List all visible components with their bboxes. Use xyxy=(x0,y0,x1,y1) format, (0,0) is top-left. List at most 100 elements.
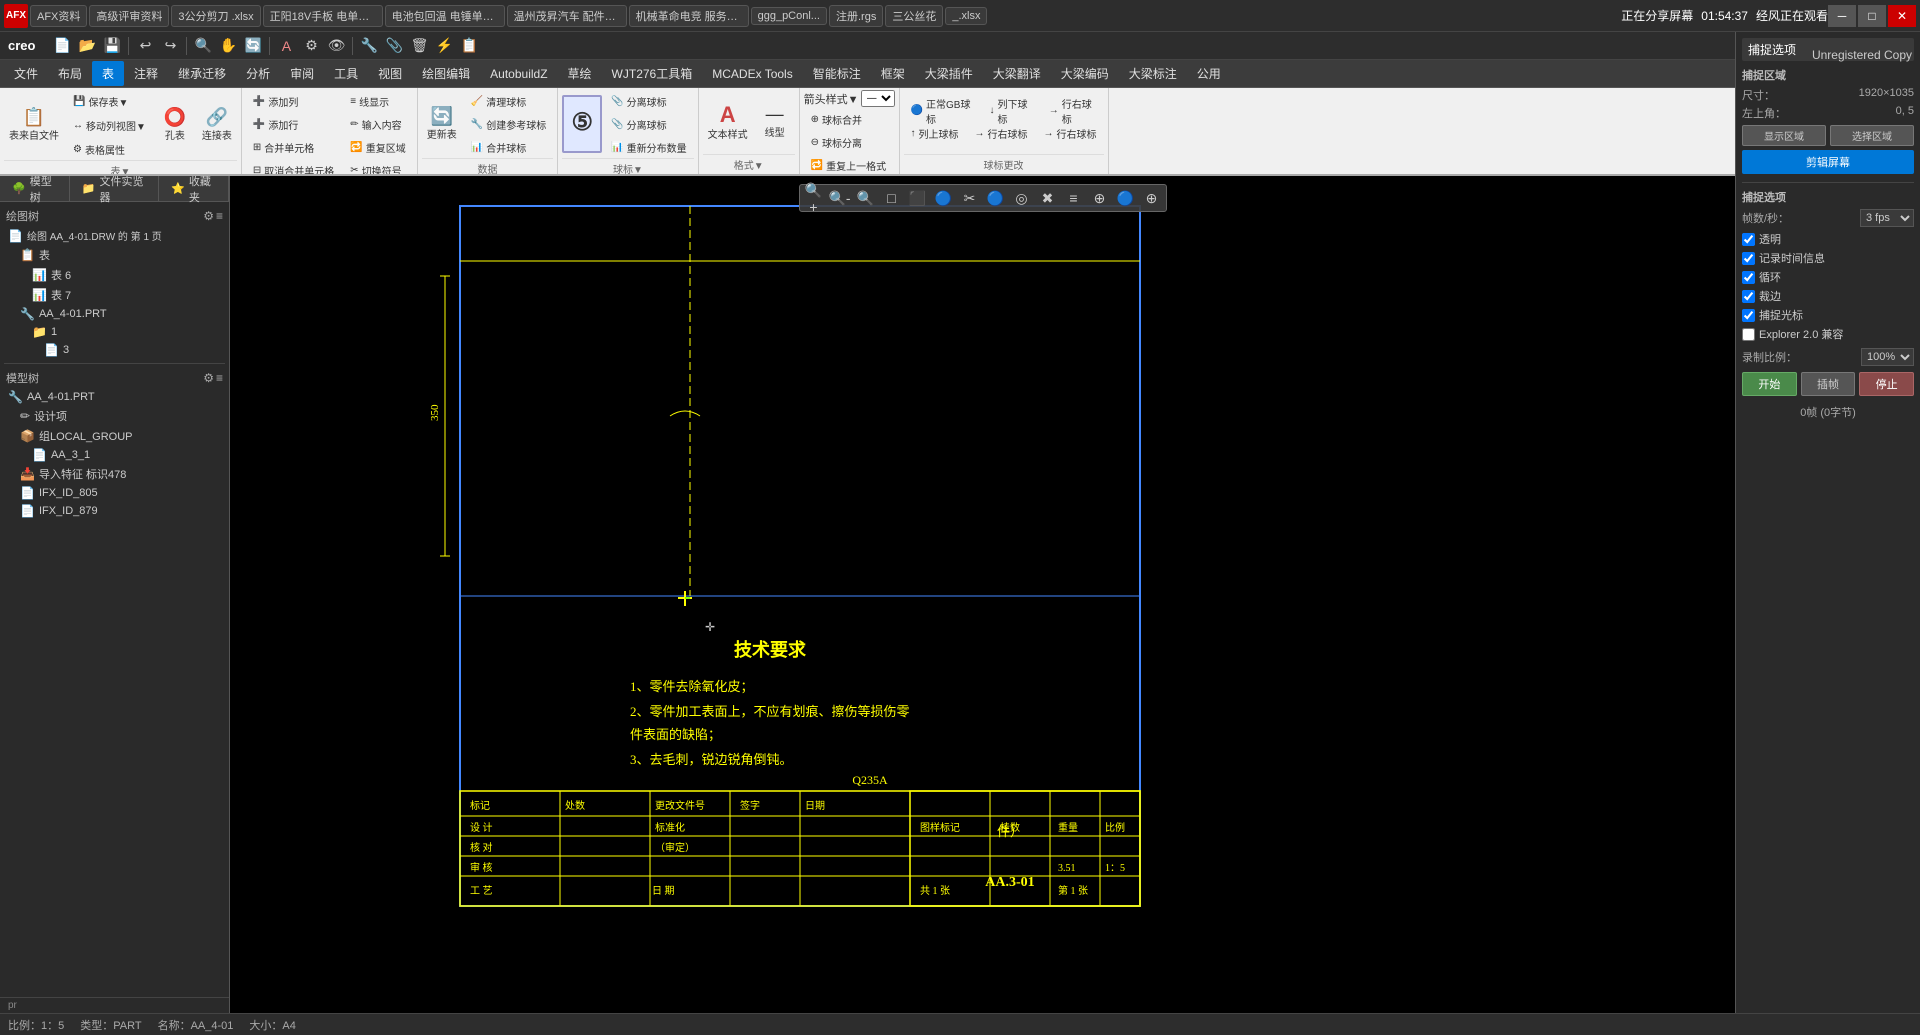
misc-button3[interactable]: 🗑 xyxy=(408,35,430,57)
tab-model-tree[interactable]: 🌳 模型树 xyxy=(0,176,70,201)
timestamp-checkbox[interactable] xyxy=(1742,252,1755,265)
col-up-balloon-button[interactable]: ↑列上球标 xyxy=(904,123,966,145)
input-content-button[interactable]: ✏输入内容 xyxy=(343,113,412,135)
ratio-select[interactable]: 100% 75% 50% xyxy=(1861,348,1914,366)
menu-mcadex[interactable]: MCADEx Tools xyxy=(702,63,802,85)
redo-button[interactable]: ↪ xyxy=(159,35,181,57)
table7-item[interactable]: 📊 表 7 xyxy=(4,285,225,305)
zoom-window-button[interactable]: □ xyxy=(880,187,904,209)
menu-layout[interactable]: 布局 xyxy=(48,61,92,86)
append-button[interactable]: 插帧 xyxy=(1801,372,1856,396)
arrow-style-select[interactable]: — xyxy=(861,90,895,107)
select2-button[interactable]: 🔵 xyxy=(984,187,1008,209)
add-row-button[interactable]: ➕添加行 xyxy=(246,113,341,135)
start-button[interactable]: 开始 xyxy=(1742,372,1797,396)
menu-frame[interactable]: 框架 xyxy=(871,61,915,86)
drawing-canvas[interactable]: 🔍+ 🔍- 🔍 □ ⬛ 🔵 ✂ 🔵 ◎ ✖ ≡ ⊕ 🔵 ⊕ xyxy=(230,176,1735,1013)
new-button[interactable]: 📄 xyxy=(51,35,73,57)
save-button[interactable]: 💾 xyxy=(101,35,123,57)
pan-button[interactable]: ✋ xyxy=(217,35,239,57)
merge-balloon-button2[interactable]: 📊合并球标 xyxy=(464,136,553,158)
stop-button[interactable]: 停止 xyxy=(1859,372,1914,396)
zoom-out-button[interactable]: 🔍- xyxy=(828,187,852,209)
fps-select[interactable]: 3 fps 5 fps 10 fps xyxy=(1860,209,1914,227)
menu-analysis[interactable]: 分析 xyxy=(236,61,280,86)
menu-inherit[interactable]: 继承迁移 xyxy=(168,61,236,86)
taskbar-item[interactable]: _.xlsx xyxy=(945,7,987,25)
layers-button[interactable]: ≡ xyxy=(1062,187,1086,209)
switch-symbol-button[interactable]: ✂切换符号 xyxy=(343,159,412,176)
local-group-item[interactable]: 📦 组LOCAL_GROUP xyxy=(4,426,225,446)
menu-beam-annotation[interactable]: 大梁标注 xyxy=(1119,61,1187,86)
taskbar-item[interactable]: 高级评审资料 xyxy=(89,5,169,27)
drawing-file-item[interactable]: 📄 绘图 AA_4-01.DRW 的 第 1 页 xyxy=(4,226,225,245)
split-balloon-button[interactable]: 📎分离球标 xyxy=(604,90,693,112)
misc-button2[interactable]: 📎 xyxy=(383,35,405,57)
menu-smart[interactable]: 智能标注 xyxy=(803,61,871,86)
text-style-button[interactable]: A 文本样式 xyxy=(703,93,753,151)
misc-canvas-button2[interactable]: ⊕ xyxy=(1140,187,1164,209)
menu-beam-code[interactable]: 大梁编码 xyxy=(1051,61,1119,86)
misc-canvas-button[interactable]: 🔵 xyxy=(1114,187,1138,209)
split-balloon-button2[interactable]: 📎分离球标 xyxy=(604,113,693,135)
save-table-button[interactable]: 💾 保存表▼ xyxy=(66,90,153,112)
maximize-button[interactable]: □ xyxy=(1858,5,1886,27)
model-part-item[interactable]: 🔧 AA_4-01.PRT xyxy=(4,388,225,406)
tree-settings-button[interactable]: ⚙ xyxy=(203,209,214,223)
unmerge-cell-button[interactable]: ⊟取消合并单元格 xyxy=(246,159,341,176)
add-col-button[interactable]: ➕添加列 xyxy=(246,90,341,112)
view1-item[interactable]: 📁 1 xyxy=(4,323,225,341)
table-from-file-button[interactable]: 📋 表来自文件 xyxy=(4,96,64,154)
select-button[interactable]: ✂ xyxy=(958,187,982,209)
redist-qty-button[interactable]: 📊重新分布数量 xyxy=(604,136,693,158)
create-ref-balloon-button[interactable]: 🔧创建参考球标 xyxy=(464,113,553,135)
add-view-button[interactable]: ⊕ xyxy=(1088,187,1112,209)
rotate-canvas-button[interactable]: 🔵 xyxy=(932,187,956,209)
balloon-5-button[interactable]: ⑤ xyxy=(562,95,602,153)
connect-table-button[interactable]: 🔗 连接表 xyxy=(197,96,237,154)
transparent-checkbox[interactable] xyxy=(1742,233,1755,246)
crop-checkbox[interactable] xyxy=(1742,290,1755,303)
aa31-item[interactable]: 📄 AA_3_1 xyxy=(4,446,225,464)
menu-review[interactable]: 审阅 xyxy=(280,61,324,86)
menu-public[interactable]: 公用 xyxy=(1187,61,1231,86)
record-button[interactable]: 剪辑屏幕 xyxy=(1742,150,1914,174)
repeat-last-format-button[interactable]: 🔁重复上一格式 xyxy=(804,154,895,176)
table-tree-item[interactable]: 📋 表 xyxy=(4,245,225,265)
menu-sketch[interactable]: 草绘 xyxy=(558,61,602,86)
menu-beam-plugin[interactable]: 大梁插件 xyxy=(915,61,983,86)
clean-balloon-button[interactable]: 🧹清理球标 xyxy=(464,90,553,112)
ifx805-item[interactable]: 📄 IFX_ID_805 xyxy=(4,484,225,502)
taskbar-item[interactable]: ggg_pConl... xyxy=(751,7,827,25)
taskbar-item[interactable]: 正阳18V手板 电单杆件... xyxy=(263,5,383,27)
row-right-balloon-button3[interactable]: →行右球标 xyxy=(1037,123,1104,145)
menu-wjt276[interactable]: WJT276工具箱 xyxy=(602,61,703,86)
design-item[interactable]: ✏ 设计项 xyxy=(4,406,225,426)
show-region-button[interactable]: 显示区域 xyxy=(1742,125,1826,146)
menu-table[interactable]: 表 xyxy=(92,61,124,86)
menu-annotation[interactable]: 注释 xyxy=(124,61,168,86)
taskbar-item[interactable]: 机械革命电竞 服务中心 xyxy=(629,5,749,27)
zoom-in-button[interactable]: 🔍+ xyxy=(802,187,826,209)
pan-canvas-button[interactable]: ⬛ xyxy=(906,187,930,209)
settings-button[interactable]: ⚙ xyxy=(300,35,322,57)
zoom-fit-button[interactable]: 🔍 xyxy=(854,187,878,209)
tab-favorites[interactable]: ⭐ 收藏夹 xyxy=(159,176,229,201)
taskbar-item[interactable]: AFX资料 xyxy=(30,5,87,27)
model-tree-settings-button[interactable]: ⚙ xyxy=(203,371,214,385)
balloon-merge-button[interactable]: ⊕球标合并 xyxy=(804,108,895,130)
menu-autobuildz[interactable]: AutobuildZ xyxy=(480,63,557,85)
hole-table-button[interactable]: ⭕ 孔表 xyxy=(155,96,195,154)
taskbar-item[interactable]: 3公分剪刀 .xlsx xyxy=(171,5,260,27)
ifx879-item[interactable]: 📄 IFX_ID_879 xyxy=(4,502,225,520)
menu-tools[interactable]: 工具 xyxy=(324,61,368,86)
text-button[interactable]: A xyxy=(275,35,297,57)
misc-button[interactable]: 🔧 xyxy=(358,35,380,57)
line-type-button[interactable]: — 线型 xyxy=(755,93,795,151)
menu-view[interactable]: 视图 xyxy=(368,61,412,86)
misc-button4[interactable]: ⚡ xyxy=(433,35,455,57)
close-canvas-button[interactable]: ✖ xyxy=(1036,187,1060,209)
open-button[interactable]: 📂 xyxy=(76,35,98,57)
taskbar-item[interactable]: 温州茂昇汽车 配件股份有... xyxy=(507,5,627,27)
col-down-balloon-button[interactable]: ↓列下球标 xyxy=(983,100,1040,122)
